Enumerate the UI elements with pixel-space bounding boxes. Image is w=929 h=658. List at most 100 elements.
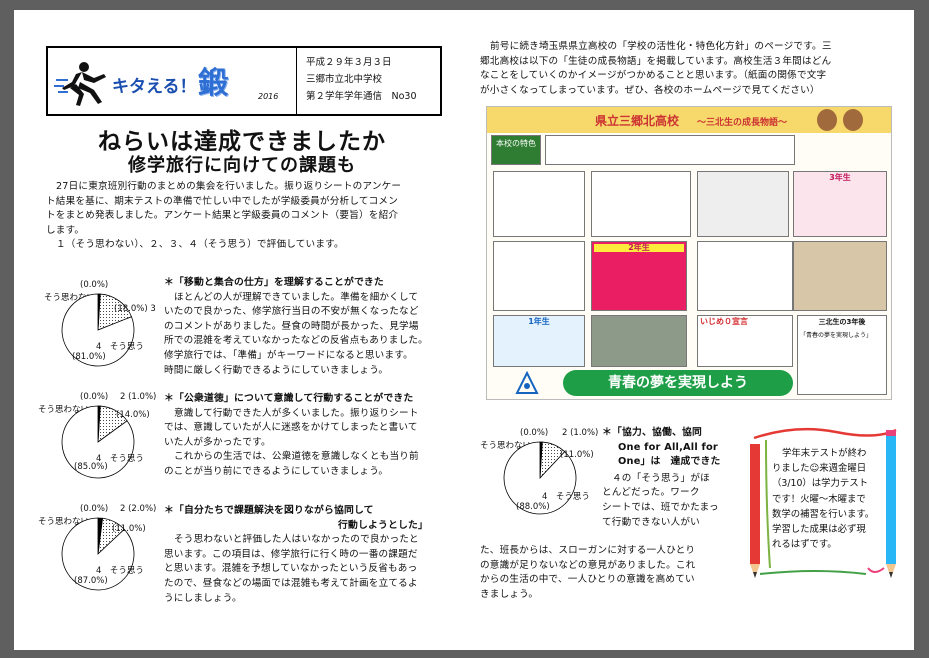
pie-label: (87.0%) (74, 576, 108, 586)
section-line: きましょう。 (480, 588, 539, 600)
message-line: れるはずです。 (772, 539, 837, 551)
pie-label: (81.0%) (72, 352, 106, 362)
section-4-cont: た、班長からは、スローガンに対する一人ひとり の意識が足りないなどの意見がありま… (480, 544, 736, 602)
poster-subtitle: ～三北生の成長物語～ (697, 118, 788, 128)
issue-date: 平成２９年３月３日 (306, 57, 392, 68)
message-line: 数学の補習を行います。 (772, 508, 875, 520)
year1-label: 1年生 (528, 317, 550, 326)
pie-label: 4 そう思う (96, 566, 144, 576)
pie-chart-3: (0.0%) 2 (2.0%) そう思わない (11.0%) 4 そう思う (8… (28, 504, 168, 604)
year2-label: 2年生 (594, 244, 684, 252)
section-line: そう思わないと評価した人はいなかったので良かったと (174, 534, 419, 546)
section-line: では、意識していたが人に迷惑をかけてしまったと書いて (164, 422, 418, 434)
poster-title: 県立三郷北高校 (595, 114, 680, 128)
intro-line: ト結果を基に、期末テストの準備で忙しい中でしたが学級委員が分析してコメン (46, 195, 398, 207)
section-line: 時間に厳しく行動できるようにしていきましょう。 (164, 364, 389, 376)
message-line: 学年末テストが終わ (782, 448, 867, 459)
section-line: 所での混雑を考えていなかったなどの反省点もありました。 (164, 335, 428, 347)
section-line: のことが当り前にできるようにしていきましょう。 (164, 465, 389, 477)
intro-line: なことをしていくのかイメージがつかめることと思います。（紙面の関係で文字 (480, 70, 827, 82)
pie-label: (85.0%) (74, 462, 108, 472)
pie-label: (0.0%) (80, 392, 109, 402)
section-line: の意識が足りないなどの意見がありました。これ (480, 559, 696, 571)
year3-box: 3年生 (793, 171, 887, 237)
pie-label: (11.0%) (112, 524, 146, 534)
issue-info: 平成２９年３月３日 三郷市立北中学校 第２学年学年通信 No30 (306, 54, 417, 105)
main-subtitle: 修学旅行に向けての課題も (128, 155, 356, 176)
intro-line: 27日に東京班別行動のまとめの集会を行いました。振り返りシートのアンケー (56, 181, 402, 192)
owl-mascot-icon (817, 109, 837, 131)
pie-label: 2 (2.0%) (120, 504, 157, 514)
message-line: 学習した成果は必ず現 (772, 524, 866, 536)
pie-label: 4 そう思う (542, 492, 590, 502)
section-heading: ＊「自分たちで課題解決を図りながら協同して (164, 505, 374, 516)
intro-line: が小さくなってしまっています。ぜひ、各校のホームページで見てください） (480, 84, 820, 96)
section-line: て行動できない人がい (602, 516, 700, 528)
pie-label: (0.0%) (80, 280, 109, 290)
feature-list (545, 135, 795, 165)
students-photo (793, 241, 887, 311)
section-line: からの生活の中で、一人ひとりの意識を高めてい (480, 574, 695, 586)
international-box (697, 241, 793, 311)
section-3: ＊「自分たちで課題解決を図りながら協同して 行動しようとした」 そう思わないと評… (164, 504, 444, 606)
school-name: 三郷市立北中学校 (306, 74, 383, 85)
club-box (591, 171, 691, 237)
career-box (493, 241, 585, 311)
intro-line: します。 (46, 224, 85, 236)
section-line: いた人が多かったです。 (164, 436, 271, 448)
pie-label: (14.0%) (116, 410, 150, 420)
pie-label: (11.0%) (560, 450, 594, 460)
dream-label: 「青春の夢を実現しよう」 (800, 332, 873, 339)
pie-label: 2 (1.0%) (562, 428, 599, 438)
ikiji-box: いじめ０宣言 (697, 315, 793, 367)
newsletter-header: キタえる！ 鍛 2016 平成２９年３月３日 三郷市立北中学校 第２学年学年通信… (46, 46, 442, 116)
section-heading: One」は 達成できた (618, 456, 721, 468)
owl-mascot-icon (843, 109, 863, 131)
pie-chart-4: (0.0%) 2 (1.0%) そう思わない (11.0%) 4 そう思う (8… (480, 428, 610, 528)
logo-year: 2016 (258, 92, 279, 101)
future-box: 三北生の3年後 「青春の夢を実現しよう」 (797, 315, 887, 395)
runner-icon (54, 62, 106, 106)
section-line: シートでは、班でかたまっ (602, 501, 719, 513)
section-line: ほとんどの人が理解できていました。準備を細かくして (174, 291, 419, 303)
logo-title: キタえる！ (112, 77, 197, 97)
section-line: いたので良かった、修学旅行当日の不安が無くなったなど (164, 306, 419, 318)
section-line: 修学旅行では、「準備」がキーワードになると思います。 (164, 349, 413, 361)
pie-label: (18.0%) 3 (114, 304, 156, 314)
message-line: りました☺来週金曜日 (772, 463, 867, 475)
section-line: とんどだった。ワーク (602, 487, 700, 499)
activity-box (493, 171, 585, 237)
pie-label: (88.0%) (516, 502, 550, 512)
pie-label: 2 (1.0%) (120, 392, 157, 402)
section-line: 思います。この項目は、修学旅行に行く時の一番の課題だ (164, 548, 418, 560)
section-line: のコメントがありました。昼食の時間が長かった、見学場 (164, 320, 419, 332)
section-line: ４の「そう思う」がほ (612, 472, 710, 484)
ikiji-label: いじめ０宣言 (700, 317, 748, 326)
future-label: 三北生の3年後 (818, 318, 866, 326)
newsletter-logo: キタえる！ 鍛 2016 (48, 48, 297, 114)
message-line: です！火曜～木曜まで (772, 493, 866, 505)
pie-label: (0.0%) (80, 504, 109, 514)
section-heading: ＊「公衆道徳」について意識して行動することができた (164, 393, 414, 404)
logo-kanji: 鍛 (198, 66, 228, 101)
scale-note: １（そう思わない）、２、３、４（そう思う）で評価しています。 (56, 239, 344, 251)
section-heading: ＊「移動と集合の仕方」を理解することができた (164, 277, 384, 288)
message-card: 学年末テストが終わ りました☺来週金曜日 （3/10）は学力テスト です！火曜～… (736, 418, 904, 588)
year3-label: 3年生 (829, 173, 851, 182)
intro-text: 27日に東京班別行動のまとめの集会を行いました。振り返りシートのアンケー ト結果… (46, 180, 446, 253)
feature-label: 本校の特色 (491, 135, 541, 165)
section-heading: ＊「協力、協働、協同 (602, 427, 702, 438)
poster-slogan: 青春の夢を実現しよう (563, 370, 793, 396)
newsletter-page: キタえる！ 鍛 2016 平成２９年３月３日 三郷市立北中学校 第２学年学年通信… (14, 10, 914, 650)
pie-chart-1: (0.0%) そう思わない (18.0%) 3 4 そう思う (81.0%) (28, 280, 158, 380)
section-4: ＊「協力、協働、協同 One for All,All for One」は 達成で… (602, 426, 734, 530)
message-line: （3/10）は学力テスト (772, 478, 869, 490)
section-line: た、班長からは、スローガンに対する一人ひとり (480, 545, 696, 556)
pie-chart-2: (0.0%) 2 (1.0%) そう思わない (14.0%) 4 そう思う (8… (28, 392, 168, 492)
pie-label: (0.0%) (520, 428, 549, 438)
pie-label: 4 そう思う (96, 342, 144, 352)
intro-line: 前号に続き埼玉県県立高校の「学校の活性化・特色化方針」のページです。三 (490, 41, 832, 52)
section-1: ＊「移動と集合の仕方」を理解することができた ほとんどの人が理解できていました。… (164, 276, 444, 378)
intro-line: トをまとめ発表しました。アンケート結果と学級委員のコメント（要旨）を紹介 (46, 210, 399, 222)
section-line: と思います。混雑を予想していなかったという反省もあっ (164, 563, 418, 575)
